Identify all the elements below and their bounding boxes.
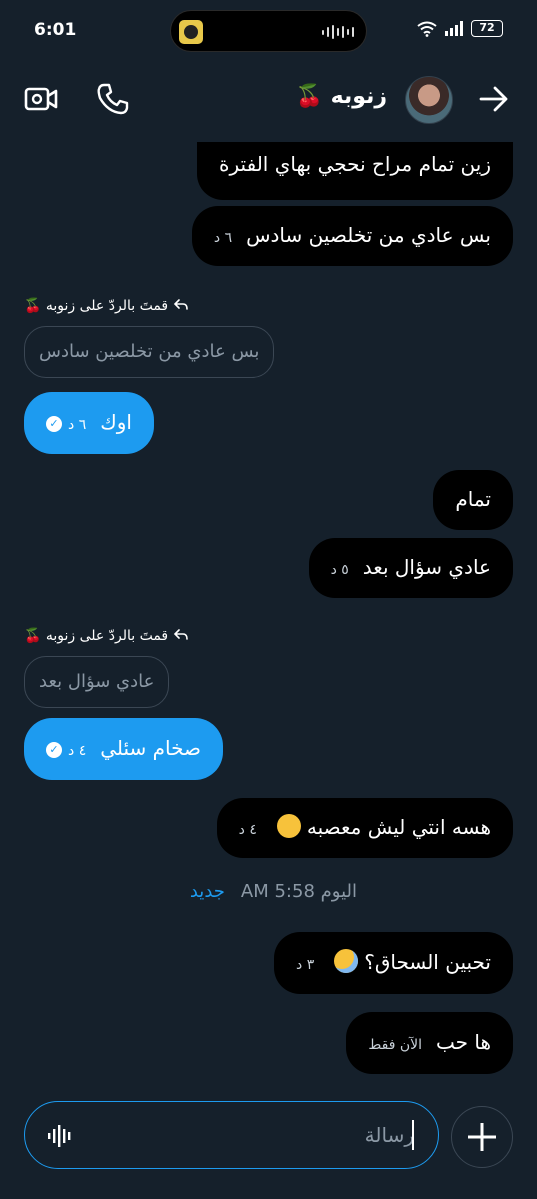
- incoming-message[interactable]: تمام: [433, 470, 513, 530]
- audio-wave-icon: [322, 24, 354, 40]
- dynamic-island: [170, 10, 367, 52]
- message-input[interactable]: [114, 1120, 414, 1150]
- incoming-message[interactable]: تحبين السحاق؟ ٣ د: [274, 932, 513, 994]
- video-call-icon[interactable]: [24, 84, 58, 114]
- status-bar: 6:01 72: [0, 0, 537, 62]
- date-divider: اليوم AM 5:58 جديد: [190, 881, 357, 902]
- status-indicators: 72: [417, 20, 503, 37]
- new-messages-label: جديد: [189, 881, 225, 902]
- outgoing-message[interactable]: اوك ٦ د ✓: [24, 392, 154, 454]
- message-time: ٣ د: [296, 957, 315, 973]
- reply-context-label: قمتَ بالردّ على زنوبه 🍒: [24, 628, 189, 644]
- incoming-message[interactable]: عادي سؤال بعد ٥ د: [308, 538, 513, 598]
- contact-avatar[interactable]: [405, 76, 453, 124]
- quoted-message[interactable]: بس عادي من تخلصين سادس: [24, 326, 275, 378]
- quoted-text: بس عادي من تخلصين سادس: [39, 341, 260, 362]
- reply-icon: [173, 299, 188, 310]
- message-time: ٦ د: [68, 417, 87, 433]
- reply-icon: [173, 629, 188, 640]
- message-composer[interactable]: [24, 1101, 439, 1169]
- message-text: بس عادي من تخلصين سادس: [246, 223, 491, 247]
- message-list[interactable]: زين تمام مراح نحجي بهاي الفترة بس عادي م…: [0, 140, 537, 1080]
- signal-icon: [445, 21, 463, 36]
- battery-indicator: 72: [471, 20, 503, 37]
- plus-icon[interactable]: [451, 1106, 513, 1168]
- reply-label-text: قمتَ بالردّ على زنوبه 🍒: [24, 298, 169, 314]
- wifi-icon: [417, 21, 437, 37]
- reply-context-label: قمتَ بالردّ على زنوبه 🍒: [24, 298, 189, 314]
- pensive-face-icon: [276, 814, 301, 838]
- message-time: ٦ د: [213, 230, 233, 246]
- message-time: ٤ د: [238, 822, 257, 838]
- message-text: تمام: [455, 487, 491, 511]
- back-arrow-icon[interactable]: [479, 86, 509, 112]
- message-time: الآن فقط: [368, 1037, 422, 1053]
- message-text: صخام سئلي: [100, 736, 202, 760]
- message-text: عادي سؤال بعد: [362, 555, 491, 579]
- message-text: تحبين السحاق؟: [364, 950, 491, 974]
- message-text: زين تمام مراح نحجي بهاي الفترة: [219, 152, 491, 176]
- check-icon: ✓: [46, 415, 62, 432]
- quoted-message[interactable]: عادي سؤال بعد: [24, 656, 170, 708]
- divider-date-text: اليوم AM 5:58: [240, 881, 357, 902]
- message-time: ٥ د: [330, 562, 349, 578]
- phone-icon[interactable]: [96, 82, 130, 116]
- message-time: ٤ د: [68, 743, 87, 759]
- contact-name[interactable]: زنوبه 🍒: [296, 84, 387, 109]
- now-playing-art: [179, 20, 203, 44]
- text-caret: [412, 1120, 414, 1150]
- check-icon: ✓: [46, 741, 62, 758]
- status-time: 6:01: [34, 20, 77, 40]
- incoming-message[interactable]: زين تمام مراح نحجي بهاي الفترة: [197, 142, 513, 200]
- message-text: اوك: [100, 410, 132, 434]
- chat-header: زنوبه 🍒: [0, 62, 537, 140]
- message-text: ها حب: [436, 1030, 491, 1054]
- incoming-message[interactable]: ها حب الآن فقط: [346, 1012, 513, 1074]
- crying-face-icon: [334, 949, 359, 973]
- voice-icon[interactable]: [47, 1124, 73, 1148]
- message-text: هسه انتي ليش معصبه: [306, 815, 491, 839]
- quoted-text: عادي سؤال بعد: [39, 671, 155, 692]
- outgoing-message[interactable]: صخام سئلي ٤ د ✓: [24, 718, 224, 780]
- incoming-message[interactable]: هسه انتي ليش معصبه ٤ د: [216, 798, 513, 858]
- incoming-message[interactable]: بس عادي من تخلصين سادس ٦ د: [191, 206, 513, 266]
- reply-label-text: قمتَ بالردّ على زنوبه 🍒: [24, 628, 169, 644]
